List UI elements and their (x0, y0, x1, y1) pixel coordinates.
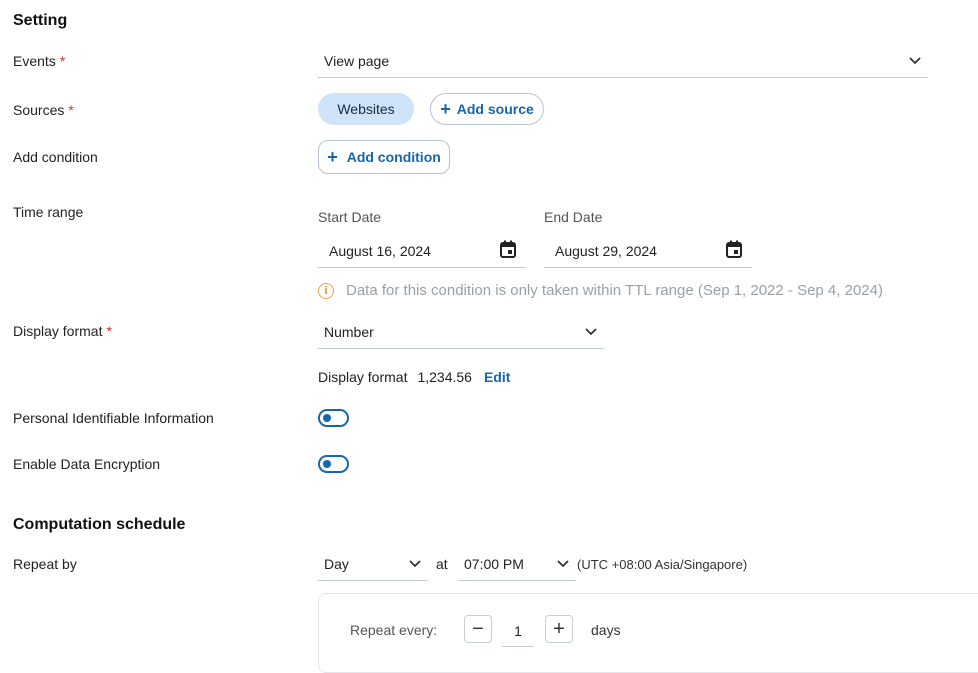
add-source-label: Add source (456, 101, 534, 117)
required-mark: * (59, 53, 66, 69)
ttl-info-text: Data for this condition is only taken wi… (346, 282, 883, 299)
section-title-schedule: Computation schedule (13, 516, 186, 533)
events-label: Events * (13, 53, 65, 69)
required-mark: * (106, 323, 112, 339)
calendar-icon[interactable] (726, 240, 742, 261)
edit-display-format-link[interactable]: Edit (484, 369, 510, 385)
add-condition-button[interactable]: + Add condition (318, 140, 450, 174)
display-format-preview-value: 1,234.56 (417, 369, 472, 385)
toggle-knob (323, 414, 331, 422)
increment-button[interactable]: + (545, 615, 573, 643)
repeat-every-panel: Repeat every: − 1 + days (318, 593, 978, 673)
display-format-preview-label: Display format (318, 369, 408, 385)
toggle-knob (323, 460, 331, 468)
section-title-setting: Setting (13, 12, 68, 29)
decrement-button[interactable]: − (464, 615, 492, 643)
repeat-every-unit: days (591, 622, 621, 638)
display-format-label-text: Display format (13, 323, 103, 339)
time-range-label: Time range (13, 204, 84, 220)
start-date-field[interactable]: August 16, 2024 (318, 234, 526, 268)
sources-label: Sources * (13, 102, 74, 118)
source-chip-websites[interactable]: Websites (318, 93, 414, 125)
display-format-select[interactable]: Number (318, 315, 604, 349)
pii-label: Personal Identifiable Information (13, 410, 214, 426)
repeat-by-select[interactable]: Day (318, 547, 428, 581)
chevron-down-icon (408, 557, 422, 571)
pii-toggle[interactable] (318, 409, 349, 427)
ttl-info-note: i Data for this condition is only taken … (318, 282, 883, 299)
display-format-preview: Display format 1,234.56 Edit (318, 369, 510, 385)
add-source-button[interactable]: + Add source (430, 93, 544, 125)
calendar-icon[interactable] (500, 240, 516, 261)
display-format-select-value: Number (324, 323, 374, 340)
chevron-down-icon (908, 54, 922, 68)
repeat-by-value: Day (324, 555, 349, 572)
required-mark: * (68, 102, 74, 118)
start-date-value: August 16, 2024 (329, 242, 431, 259)
events-select[interactable]: View page (318, 44, 928, 78)
repeat-by-label: Repeat by (13, 556, 77, 572)
timezone-label: (UTC +08:00 Asia/Singapore) (577, 557, 748, 572)
display-format-label: Display format * (13, 323, 112, 339)
time-value: 07:00 PM (464, 555, 524, 572)
events-select-value: View page (324, 52, 390, 69)
encryption-label: Enable Data Encryption (13, 456, 161, 472)
repeat-every-input[interactable]: 1 (502, 615, 534, 647)
repeat-every-label: Repeat every: (350, 622, 438, 638)
events-label-text: Events (13, 53, 56, 69)
end-date-value: August 29, 2024 (555, 242, 657, 259)
source-chip-label: Websites (337, 101, 395, 117)
info-icon: i (318, 282, 334, 299)
time-select[interactable]: 07:00 PM (458, 547, 576, 581)
plus-icon: + (327, 147, 338, 167)
encryption-toggle[interactable] (318, 455, 349, 473)
at-label: at (436, 556, 448, 572)
chevron-down-icon (584, 325, 598, 339)
add-condition-button-label: Add condition (346, 149, 441, 165)
end-date-label: End Date (544, 209, 603, 225)
chevron-down-icon (556, 557, 570, 571)
sources-label-text: Sources (13, 102, 65, 118)
add-condition-label: Add condition (13, 149, 98, 165)
end-date-field[interactable]: August 29, 2024 (544, 234, 752, 268)
plus-icon: + (440, 99, 451, 119)
start-date-label: Start Date (318, 209, 382, 225)
